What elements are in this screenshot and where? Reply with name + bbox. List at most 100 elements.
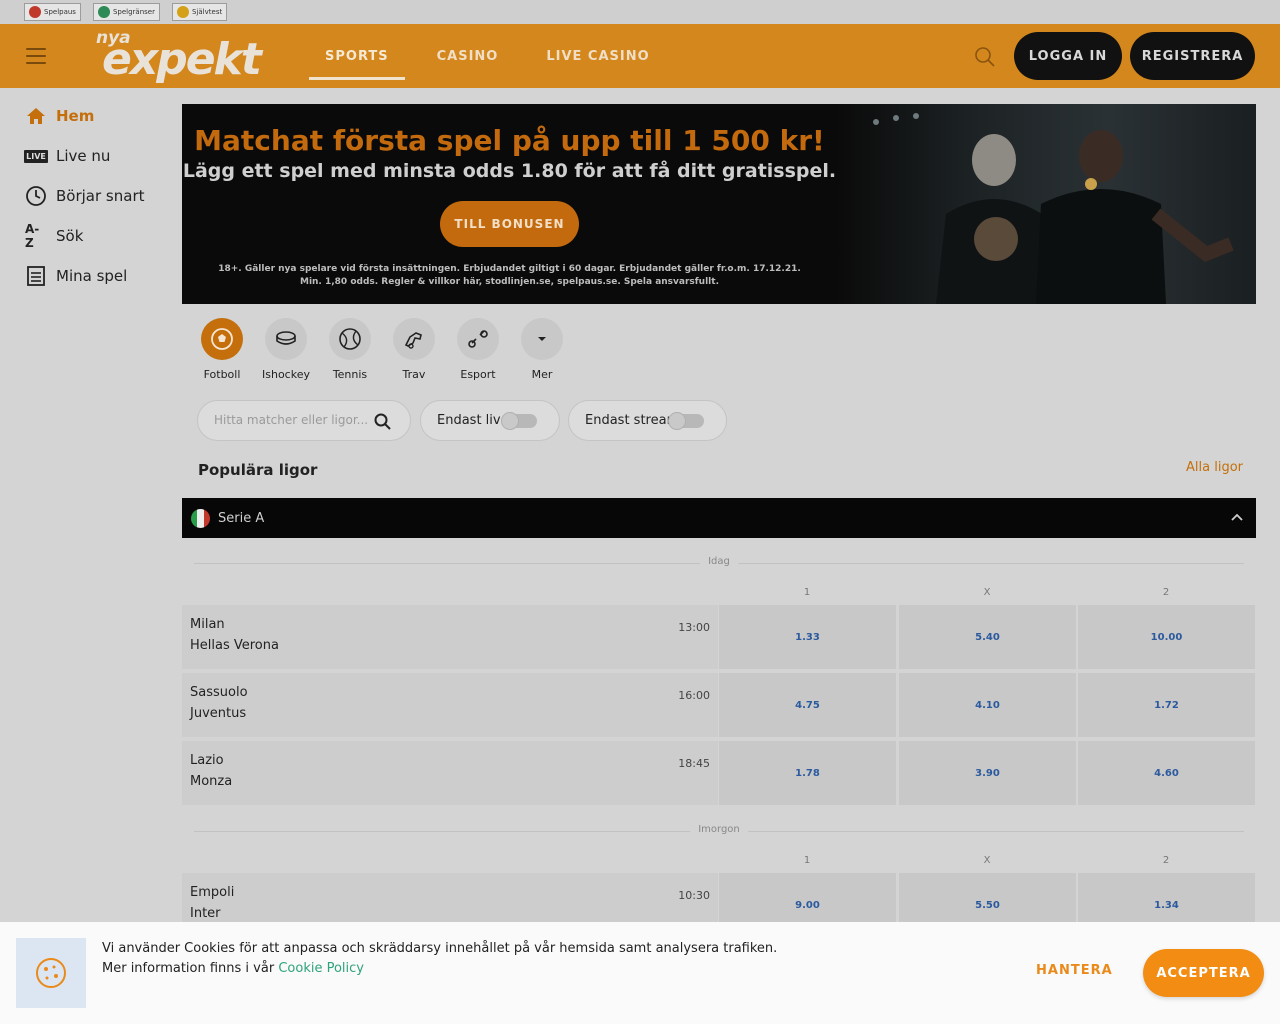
cookie-message: Vi använder Cookies för att anpassa och … xyxy=(102,939,777,979)
away-team: Monza xyxy=(190,774,233,789)
spelpaus-button[interactable]: Spelpaus xyxy=(24,3,81,21)
search-icon[interactable] xyxy=(974,46,996,68)
search-placeholder: Hitta matcher eller ligor... xyxy=(214,413,369,427)
odds-draw-button[interactable]: 3.90 xyxy=(899,741,1076,805)
register-button[interactable]: REGISTRERA xyxy=(1130,32,1255,80)
live-only-toggle[interactable]: Endast live xyxy=(420,400,560,441)
spelgranser-label: Spelgränser xyxy=(112,8,155,16)
match-time: 10:30 xyxy=(678,889,710,902)
chevron-up-icon[interactable] xyxy=(1230,512,1244,522)
match-row[interactable]: Sassuolo Juventus 16:00 4.75 4.10 1.72 xyxy=(182,673,1256,737)
promo-banner[interactable]: Matchat första spel på upp till 1 500 kr… xyxy=(182,104,1256,304)
logo-wordmark: expekt xyxy=(102,34,262,85)
nav-sports[interactable]: SPORTS xyxy=(309,24,405,88)
spelpaus-icon xyxy=(29,6,41,18)
sidebar-item-label: Mina spel xyxy=(56,267,128,285)
manage-cookies-button[interactable]: HANTERA xyxy=(1036,963,1113,978)
sjalvtest-button[interactable]: Självtest xyxy=(172,3,228,21)
betslip-icon xyxy=(25,265,47,287)
cookie-line-2: Mer information finns i vår Cookie Polic… xyxy=(102,961,364,976)
odds-header-away: 2 xyxy=(1162,855,1170,866)
match-row[interactable]: Milan Hellas Verona 13:00 1.33 5.40 10.0… xyxy=(182,605,1256,669)
sport-mer[interactable]: Mer xyxy=(510,318,574,381)
horse-icon xyxy=(393,318,435,360)
match-teams[interactable]: Lazio Monza 18:45 xyxy=(182,741,718,805)
league-header-serie-a[interactable]: Serie A xyxy=(182,498,1256,538)
live-only-switch[interactable] xyxy=(501,412,537,430)
sidebar-item-mina-spel[interactable]: Mina spel xyxy=(0,256,170,296)
sidebar-item-live-nu[interactable]: LIVE Live nu xyxy=(0,136,170,176)
nav-casino[interactable]: CASINO xyxy=(421,24,515,88)
match-time: 18:45 xyxy=(678,757,710,770)
spelgranser-button[interactable]: Spelgränser xyxy=(92,3,160,21)
stream-only-toggle[interactable]: Endast stream xyxy=(568,400,727,441)
sidebar-item-borjar-snart[interactable]: Börjar snart xyxy=(0,176,170,216)
bonus-button[interactable]: TILL BONUSEN xyxy=(440,201,579,247)
odds-away-button[interactable]: 1.72 xyxy=(1078,673,1255,737)
odds-header-draw: X xyxy=(983,855,991,866)
cookie-policy-link[interactable]: Cookie Policy xyxy=(278,961,364,976)
clock-icon xyxy=(25,185,47,207)
sidebar-item-label: Hem xyxy=(56,107,95,125)
odds-header-home: 1 xyxy=(803,855,811,866)
az-icon: A-Z xyxy=(25,222,40,250)
home-team: Sassuolo xyxy=(190,685,248,700)
match-teams[interactable]: Milan Hellas Verona 13:00 xyxy=(182,605,718,669)
sjalvtest-label: Självtest xyxy=(192,8,223,16)
sidebar-item-sok[interactable]: A-Z Sök xyxy=(0,216,170,256)
terms-line-1: 18+. Gäller nya spelare vid första insät… xyxy=(218,264,801,274)
stream-only-label: Endast stream xyxy=(585,413,680,428)
stream-only-switch[interactable] xyxy=(668,412,704,430)
all-leagues-link[interactable]: Alla ligor xyxy=(1186,460,1243,475)
players-photo xyxy=(836,104,1256,304)
match-search-input[interactable]: Hitta matcher eller ligor... xyxy=(197,400,411,441)
sport-esport[interactable]: Esport xyxy=(446,318,510,381)
odds-header-draw: X xyxy=(983,587,991,598)
sidebar-item-label: Börjar snart xyxy=(56,187,145,205)
odds-draw-button[interactable]: 5.40 xyxy=(899,605,1076,669)
home-team: Milan xyxy=(190,617,225,632)
search-icon xyxy=(374,413,391,430)
accept-cookies-button[interactable]: ACCEPTERA xyxy=(1143,949,1264,997)
league-name: Serie A xyxy=(218,510,265,526)
banner-subtitle: Lägg ett spel med minsta odds 1.80 för a… xyxy=(182,160,837,182)
home-icon xyxy=(25,105,47,127)
away-team: Juventus xyxy=(190,706,247,721)
menu-icon[interactable] xyxy=(26,48,46,64)
odds-home-button[interactable]: 1.33 xyxy=(719,605,896,669)
match-time: 16:00 xyxy=(678,689,710,702)
login-button[interactable]: LOGGA IN xyxy=(1014,32,1122,80)
sport-ishockey[interactable]: Ishockey xyxy=(254,318,318,381)
cookie-banner: Vi använder Cookies för att anpassa och … xyxy=(0,922,1280,1024)
odds-draw-button[interactable]: 4.10 xyxy=(899,673,1076,737)
italy-flag-icon xyxy=(191,508,210,528)
gamepad-icon xyxy=(457,318,499,360)
expekt-logo[interactable]: nya expekt xyxy=(96,26,276,86)
nav-live-casino[interactable]: LIVE CASINO xyxy=(530,24,665,88)
sport-fotboll[interactable]: Fotboll xyxy=(190,318,254,381)
responsible-gaming-bar: Spelpaus Spelgränser Självtest xyxy=(0,0,1280,24)
odds-away-button[interactable]: 4.60 xyxy=(1078,741,1255,805)
sports-selector: Fotboll Ishockey Tennis Trav Esport Mer xyxy=(190,318,574,381)
odds-header-away: 2 xyxy=(1162,587,1170,598)
cookie-icon xyxy=(16,938,86,1008)
sjalvtest-icon xyxy=(177,6,189,18)
popular-leagues-title: Populära ligor xyxy=(198,461,318,479)
sidebar-item-label: Sök xyxy=(56,227,84,245)
match-row[interactable]: Lazio Monza 18:45 1.78 3.90 4.60 xyxy=(182,741,1256,805)
odds-home-button[interactable]: 4.75 xyxy=(719,673,896,737)
football-icon xyxy=(201,318,243,360)
away-team: Hellas Verona xyxy=(190,638,279,653)
odds-away-button[interactable]: 10.00 xyxy=(1078,605,1255,669)
chevron-down-icon xyxy=(521,318,563,360)
day-divider: Imorgon xyxy=(194,824,1244,838)
sport-tennis[interactable]: Tennis xyxy=(318,318,382,381)
cookie-line-1: Vi använder Cookies för att anpassa och … xyxy=(102,941,778,956)
odds-home-button[interactable]: 1.78 xyxy=(719,741,896,805)
home-team: Empoli xyxy=(190,885,235,900)
sport-trav[interactable]: Trav xyxy=(382,318,446,381)
sidebar-item-hem[interactable]: Hem xyxy=(0,96,170,136)
hockey-puck-icon xyxy=(265,318,307,360)
match-teams[interactable]: Sassuolo Juventus 16:00 xyxy=(182,673,718,737)
sidebar: Hem LIVE Live nu Börjar snart A-Z Sök Mi… xyxy=(0,88,170,296)
